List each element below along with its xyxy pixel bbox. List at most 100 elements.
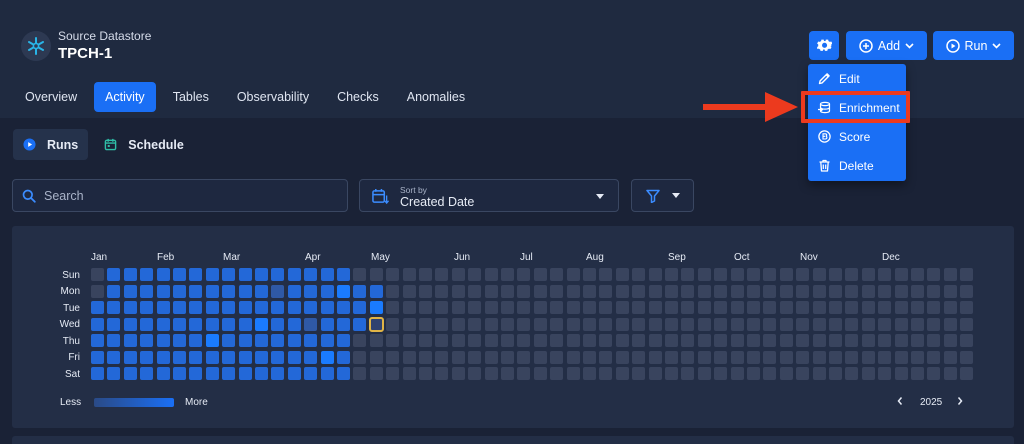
heatmap-cell[interactable] xyxy=(271,334,285,347)
heatmap-cell[interactable] xyxy=(435,268,449,281)
heatmap-cell[interactable] xyxy=(697,317,711,331)
heatmap-cell[interactable] xyxy=(189,350,203,364)
heatmap-cell[interactable] xyxy=(845,350,859,364)
subtab-runs[interactable]: Runs xyxy=(13,129,89,160)
heatmap-cell[interactable] xyxy=(107,334,121,347)
heatmap-cell[interactable] xyxy=(730,367,744,380)
heatmap-cell[interactable] xyxy=(681,367,695,380)
heatmap-cell[interactable] xyxy=(927,334,941,347)
heatmap-cell[interactable] xyxy=(320,350,334,364)
heatmap-cell[interactable] xyxy=(648,284,662,298)
heatmap-cell[interactable] xyxy=(730,301,744,314)
heatmap-cell[interactable] xyxy=(911,367,924,380)
heatmap-cell[interactable] xyxy=(320,334,334,347)
heatmap-cell[interactable] xyxy=(943,334,957,347)
heatmap-cell[interactable] xyxy=(255,367,268,380)
heatmap-cell[interactable] xyxy=(386,284,400,298)
heatmap-cell[interactable] xyxy=(386,301,400,314)
heatmap-cell[interactable] xyxy=(435,350,449,364)
heatmap-cell[interactable] xyxy=(697,350,711,364)
heatmap-cell[interactable] xyxy=(812,301,826,314)
heatmap-cell[interactable] xyxy=(829,268,842,281)
heatmap-cell[interactable] xyxy=(189,268,203,281)
heatmap-cell[interactable] xyxy=(763,284,777,298)
heatmap-cell[interactable] xyxy=(730,268,744,281)
heatmap-cell[interactable] xyxy=(222,284,236,298)
add-button[interactable]: Add xyxy=(846,31,927,60)
heatmap-cell[interactable] xyxy=(714,284,728,298)
heatmap-cell[interactable] xyxy=(386,334,400,347)
heatmap-cell[interactable] xyxy=(632,350,646,364)
heatmap-cell[interactable] xyxy=(550,317,564,331)
heatmap-cell[interactable] xyxy=(943,268,957,281)
heatmap-cell[interactable] xyxy=(632,334,646,347)
heatmap-cell[interactable] xyxy=(648,301,662,314)
heatmap-cell[interactable] xyxy=(730,350,744,364)
heatmap-cell[interactable] xyxy=(386,268,400,281)
heatmap-cell[interactable] xyxy=(369,350,383,364)
heatmap-cell[interactable] xyxy=(501,284,514,298)
heatmap-cell[interactable] xyxy=(911,334,924,347)
heatmap-cell[interactable] xyxy=(894,334,908,347)
heatmap-cell[interactable] xyxy=(878,350,892,364)
heatmap-cell[interactable] xyxy=(697,301,711,314)
heatmap-cell[interactable] xyxy=(779,301,793,314)
heatmap-cell[interactable] xyxy=(648,268,662,281)
heatmap-cell[interactable] xyxy=(123,334,137,347)
heatmap-cell[interactable] xyxy=(435,301,449,314)
heatmap-cell[interactable] xyxy=(747,350,760,364)
heatmap-cell[interactable] xyxy=(599,350,613,364)
heatmap-cell[interactable] xyxy=(468,350,482,364)
heatmap-cell[interactable] xyxy=(599,284,613,298)
heatmap-cell[interactable] xyxy=(107,301,121,314)
heatmap-cell[interactable] xyxy=(468,367,482,380)
heatmap-cell[interactable] xyxy=(927,367,941,380)
heatmap-cell[interactable] xyxy=(566,301,580,314)
heatmap-cell[interactable] xyxy=(648,334,662,347)
heatmap-cell[interactable] xyxy=(861,268,875,281)
heatmap-cell[interactable] xyxy=(386,317,400,331)
heatmap-cell[interactable] xyxy=(779,284,793,298)
heatmap-cell[interactable] xyxy=(747,367,760,380)
heatmap-cell[interactable] xyxy=(599,317,613,331)
heatmap-cell[interactable] xyxy=(238,317,252,331)
heatmap-cell[interactable] xyxy=(91,334,104,347)
heatmap-cell[interactable] xyxy=(812,367,826,380)
heatmap-cell[interactable] xyxy=(189,367,203,380)
heatmap-cell[interactable] xyxy=(632,284,646,298)
heatmap-cell[interactable] xyxy=(353,334,367,347)
heatmap-cell[interactable] xyxy=(550,301,564,314)
heatmap-cell[interactable] xyxy=(222,334,236,347)
heatmap-cell[interactable] xyxy=(632,268,646,281)
heatmap-cell[interactable] xyxy=(533,268,547,281)
heatmap-cell[interactable] xyxy=(829,334,842,347)
heatmap-cell[interactable] xyxy=(156,301,170,314)
heatmap-cell[interactable] xyxy=(484,284,498,298)
heatmap-cell[interactable] xyxy=(812,350,826,364)
heatmap-cell[interactable] xyxy=(337,268,350,281)
heatmap-cell[interactable] xyxy=(369,284,383,298)
heatmap-cell[interactable] xyxy=(501,334,514,347)
heatmap-cell[interactable] xyxy=(91,284,104,298)
heatmap-cell[interactable] xyxy=(665,317,678,331)
heatmap-cell[interactable] xyxy=(468,284,482,298)
heatmap-cell[interactable] xyxy=(369,334,383,347)
heatmap-cell[interactable] xyxy=(517,350,531,364)
heatmap-cell[interactable] xyxy=(796,367,810,380)
heatmap-cell[interactable] xyxy=(779,350,793,364)
heatmap-cell[interactable] xyxy=(517,301,531,314)
heatmap-cell[interactable] xyxy=(681,317,695,331)
heatmap-cell[interactable] xyxy=(845,334,859,347)
heatmap-cell[interactable] xyxy=(845,268,859,281)
heatmap-cell[interactable] xyxy=(468,317,482,331)
heatmap-cell[interactable] xyxy=(468,334,482,347)
heatmap-cell[interactable] xyxy=(894,268,908,281)
heatmap-cell[interactable] xyxy=(156,317,170,331)
heatmap-cell[interactable] xyxy=(205,301,219,314)
heatmap-cell[interactable] xyxy=(665,301,678,314)
tab-anomalies[interactable]: Anomalies xyxy=(396,82,476,112)
heatmap-cell[interactable] xyxy=(943,350,957,364)
heatmap-cell[interactable] xyxy=(287,284,301,298)
heatmap-cell[interactable] xyxy=(140,284,154,298)
heatmap-cell[interactable] xyxy=(632,301,646,314)
